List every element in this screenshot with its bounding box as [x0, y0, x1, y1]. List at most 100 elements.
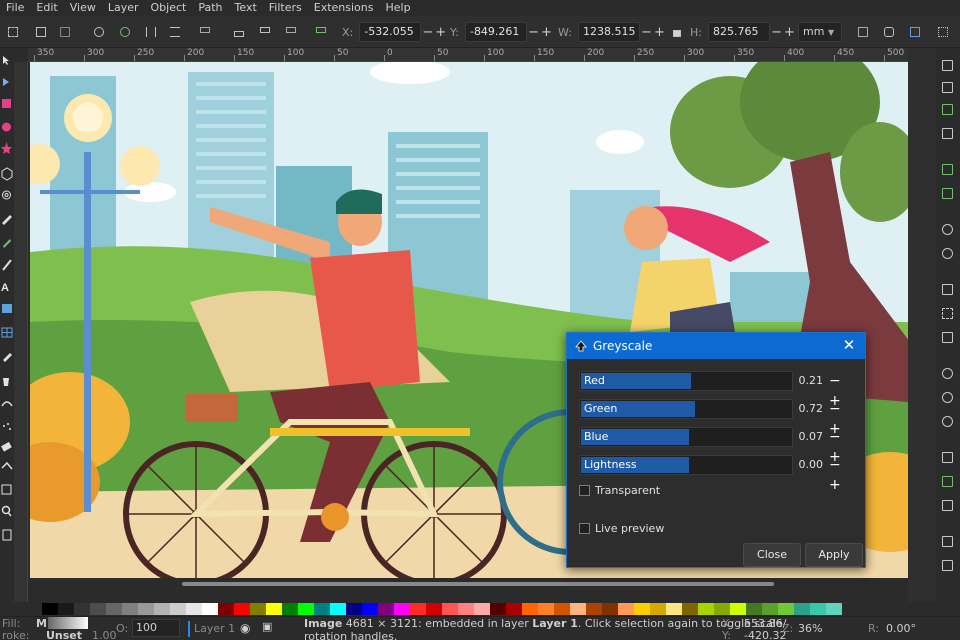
- lock-layer-icon[interactable]: ▣: [262, 620, 272, 633]
- live-preview-checkbox[interactable]: Live preview: [579, 522, 664, 535]
- palette-swatch[interactable]: [266, 603, 282, 615]
- lightness-value[interactable]: 0.00: [793, 455, 824, 475]
- scale-corners-icon[interactable]: [880, 23, 898, 41]
- palette-swatch[interactable]: [794, 603, 810, 615]
- open-icon[interactable]: [942, 82, 953, 93]
- green-slider[interactable]: Green: [579, 399, 793, 419]
- opacity-input[interactable]: 100: [132, 619, 180, 637]
- palette-swatch[interactable]: [746, 603, 762, 615]
- menu-extensions[interactable]: Extensions: [308, 0, 380, 16]
- undo-icon[interactable]: [942, 224, 953, 235]
- vertical-ruler[interactable]: [14, 62, 28, 602]
- transparent-checkbox-box[interactable]: [579, 485, 590, 496]
- scale-stroke-icon[interactable]: [854, 23, 872, 41]
- h-stepper[interactable]: −+: [770, 25, 798, 40]
- palette-swatch[interactable]: [362, 603, 378, 615]
- new-document-icon[interactable]: [942, 60, 953, 71]
- print-icon[interactable]: [942, 128, 953, 139]
- box3d-icon[interactable]: [1, 167, 13, 181]
- palette-swatch[interactable]: [506, 603, 522, 615]
- save-icon[interactable]: [942, 104, 953, 115]
- menu-help[interactable]: Help: [379, 0, 416, 16]
- palette-swatch[interactable]: [570, 603, 586, 615]
- eraser-icon[interactable]: [1, 441, 12, 452]
- palette-swatch[interactable]: [634, 603, 650, 615]
- horizontal-scroll-thumb[interactable]: [182, 582, 774, 586]
- gradient-icon[interactable]: [2, 304, 12, 313]
- palette-swatch[interactable]: [538, 603, 554, 615]
- palette-swatch[interactable]: [810, 603, 826, 615]
- palette-swatch[interactable]: [586, 603, 602, 615]
- zoom-selection-icon[interactable]: [942, 368, 953, 379]
- palette-swatch[interactable]: [234, 603, 250, 615]
- palette-swatch[interactable]: [58, 603, 74, 615]
- text-icon[interactable]: A: [1, 282, 9, 294]
- dialog-titlebar[interactable]: Greyscale: [567, 333, 865, 359]
- flip-horizontal-icon[interactable]: [142, 23, 160, 41]
- group-icon[interactable]: [942, 536, 953, 547]
- palette-swatch[interactable]: [298, 603, 314, 615]
- menu-filters[interactable]: Filters: [263, 0, 308, 16]
- palette-swatch[interactable]: [714, 603, 730, 615]
- red-slider[interactable]: Red: [579, 371, 793, 391]
- select-all-icon[interactable]: [4, 23, 22, 41]
- apply-button[interactable]: Apply: [805, 543, 863, 567]
- align-icon[interactable]: [312, 23, 330, 41]
- measure-icon[interactable]: [1, 484, 12, 495]
- zoom-input[interactable]: 36%: [798, 622, 822, 635]
- zoom-drawing-icon[interactable]: [942, 392, 953, 403]
- x-stepper[interactable]: −+: [421, 25, 449, 40]
- zoom-icon[interactable]: [1, 505, 12, 517]
- w-input[interactable]: 1238.515: [577, 22, 640, 42]
- layer-selector[interactable]: Layer 1: [194, 622, 235, 635]
- palette-swatch[interactable]: [42, 603, 58, 615]
- horizontal-ruler[interactable]: 350 300 250 200 150 100 50 0 50 100 150 200 250 300 35…: [28, 48, 908, 62]
- lightness-stepper[interactable]: −+: [829, 455, 857, 495]
- close-button[interactable]: Close: [743, 543, 801, 567]
- w-stepper[interactable]: −+: [640, 25, 668, 40]
- palette-swatch[interactable]: [106, 603, 122, 615]
- deselect-icon[interactable]: [56, 23, 74, 41]
- export-icon[interactable]: [942, 188, 953, 199]
- palette-swatch[interactable]: [170, 603, 186, 615]
- red-value[interactable]: 0.21: [793, 371, 824, 391]
- close-icon[interactable]: ✕: [841, 337, 857, 353]
- palette-swatch[interactable]: [74, 603, 90, 615]
- palette-swatch[interactable]: [602, 603, 618, 615]
- duplicate-icon[interactable]: [942, 452, 953, 463]
- fill-swatch[interactable]: [48, 617, 88, 629]
- palette-swatch[interactable]: [394, 603, 410, 615]
- unlink-clone-icon[interactable]: [942, 500, 953, 511]
- paste-icon[interactable]: [942, 332, 953, 343]
- palette-swatch[interactable]: [458, 603, 474, 615]
- copy-icon[interactable]: [942, 284, 953, 295]
- menu-edit[interactable]: Edit: [30, 0, 63, 16]
- raise-icon[interactable]: [230, 23, 248, 41]
- palette-swatch[interactable]: [314, 603, 330, 615]
- palette-swatch[interactable]: [522, 603, 538, 615]
- palette-swatch[interactable]: [218, 603, 234, 615]
- live-preview-checkbox-box[interactable]: [579, 523, 590, 534]
- palette-swatch[interactable]: [378, 603, 394, 615]
- eye-icon[interactable]: ◉: [240, 621, 250, 635]
- palette-swatch[interactable]: [90, 603, 106, 615]
- palette-swatch[interactable]: [330, 603, 346, 615]
- palette-swatch[interactable]: [730, 603, 746, 615]
- palette-swatch[interactable]: [650, 603, 666, 615]
- menu-text[interactable]: Text: [229, 0, 263, 16]
- calligraphy-icon[interactable]: [2, 259, 12, 271]
- x-input[interactable]: -532.055: [359, 22, 422, 42]
- palette-swatch[interactable]: [762, 603, 778, 615]
- circle-icon[interactable]: [2, 122, 11, 132]
- unit-select[interactable]: mm ▼: [798, 22, 842, 42]
- blue-slider[interactable]: Blue: [579, 427, 793, 447]
- palette-swatch[interactable]: [410, 603, 426, 615]
- y-input[interactable]: -849.261: [464, 22, 527, 42]
- import-icon[interactable]: [942, 164, 953, 175]
- lower-to-bottom-icon[interactable]: [282, 23, 300, 41]
- green-value[interactable]: 0.72: [793, 399, 824, 419]
- menu-view[interactable]: View: [64, 0, 102, 16]
- select-all-layers-icon[interactable]: [32, 23, 50, 41]
- palette-swatch[interactable]: [282, 603, 298, 615]
- palette-swatch[interactable]: [778, 603, 794, 615]
